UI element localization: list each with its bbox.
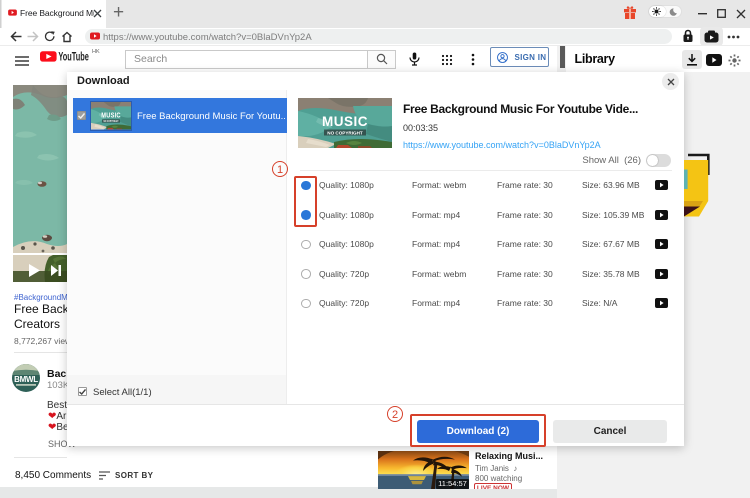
svg-text:MUSIC: MUSIC (322, 114, 368, 129)
svg-text:YouTube: YouTube (58, 52, 89, 64)
svg-text:NO COPYRIGHT: NO COPYRIGHT (327, 130, 363, 135)
svg-text:BMWL: BMWL (14, 375, 38, 384)
